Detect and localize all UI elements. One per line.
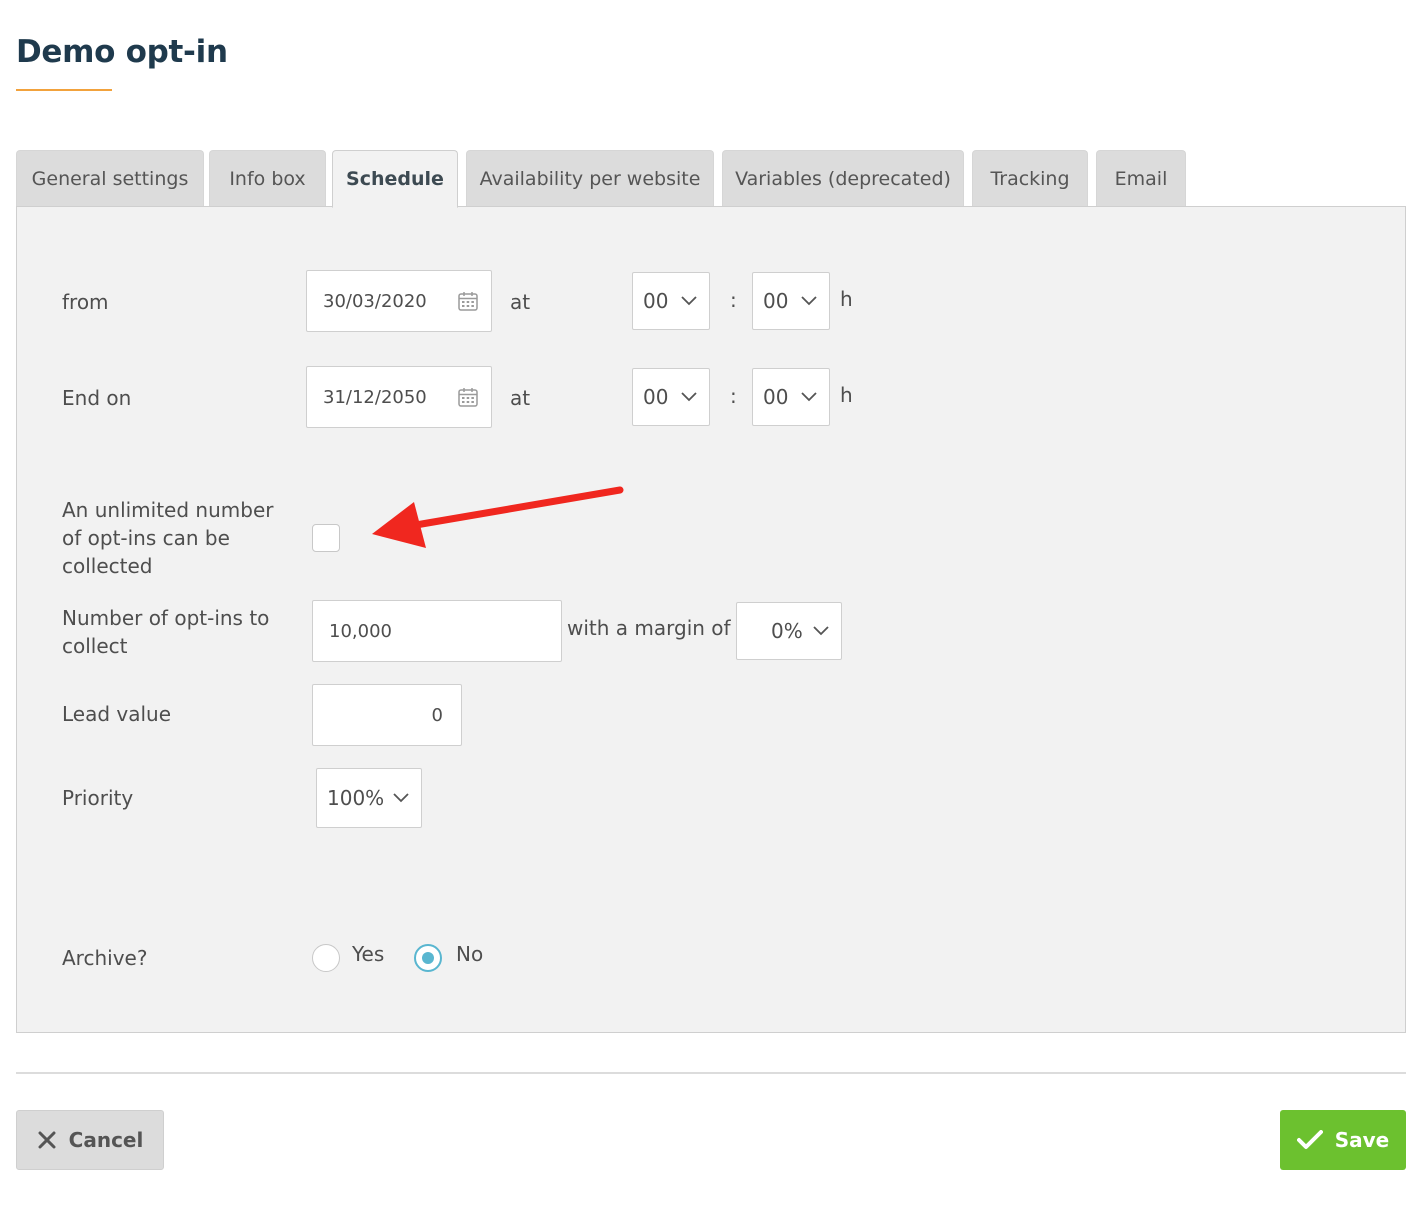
end-time-separator: : xyxy=(730,384,737,408)
from-minute-value: 00 xyxy=(763,289,789,313)
end-at-label: at xyxy=(510,386,531,410)
lead-value-value: 0 xyxy=(431,704,443,726)
title-underline xyxy=(16,89,112,91)
chevron-down-icon xyxy=(681,296,697,306)
archive-yes-label[interactable]: Yes xyxy=(352,942,384,966)
archive-label: Archive? xyxy=(62,946,148,970)
archive-no-radio[interactable] xyxy=(414,944,442,972)
end-on-label: End on xyxy=(62,386,132,410)
close-icon xyxy=(38,1131,56,1149)
from-at-label: at xyxy=(510,290,531,314)
optins-count-value: 10,000 xyxy=(329,620,392,642)
from-hour-unit: h xyxy=(840,287,853,311)
unlimited-label-line-2: of opt-ins can be xyxy=(62,526,230,550)
end-hour-value: 00 xyxy=(643,385,669,409)
lead-value-label: Lead value xyxy=(62,702,172,726)
unlimited-optins-checkbox[interactable] xyxy=(312,524,340,552)
margin-select[interactable]: 0% xyxy=(736,602,842,660)
footer-divider xyxy=(16,1072,1406,1074)
calendar-icon[interactable] xyxy=(457,290,479,312)
archive-yes-radio[interactable] xyxy=(312,944,340,972)
tab-email[interactable]: Email xyxy=(1096,150,1186,207)
tab-availability-per-website[interactable]: Availability per website xyxy=(466,150,714,207)
chevron-down-icon xyxy=(393,793,409,803)
unlimited-label-line-1: An unlimited number xyxy=(62,498,274,522)
tab-general-settings[interactable]: General settings xyxy=(16,150,204,207)
end-minute-value: 00 xyxy=(763,385,789,409)
cancel-button-label: Cancel xyxy=(68,1128,144,1152)
end-hour-select[interactable]: 00 xyxy=(632,368,710,426)
save-button-label: Save xyxy=(1334,1128,1390,1152)
tab-schedule[interactable]: Schedule xyxy=(332,150,458,208)
tab-tracking[interactable]: Tracking xyxy=(972,150,1088,207)
from-label: from xyxy=(62,290,109,314)
chevron-down-icon xyxy=(801,296,817,306)
lead-value-input[interactable]: 0 xyxy=(312,684,462,746)
margin-label: with a margin of xyxy=(567,616,731,640)
save-button[interactable]: Save xyxy=(1280,1110,1406,1170)
from-date-value: 30/03/2020 xyxy=(323,290,427,312)
end-date-input[interactable]: 31/12/2050 xyxy=(306,366,492,428)
from-hour-value: 00 xyxy=(643,289,669,313)
end-date-value: 31/12/2050 xyxy=(323,386,427,408)
chevron-down-icon xyxy=(681,392,697,402)
archive-no-label[interactable]: No xyxy=(456,942,483,966)
chevron-down-icon xyxy=(801,392,817,402)
optins-count-label-line-1: Number of opt-ins to xyxy=(62,606,270,630)
from-hour-select[interactable]: 00 xyxy=(632,272,710,330)
check-icon xyxy=(1296,1130,1323,1149)
optins-count-input[interactable]: 10,000 xyxy=(312,600,562,662)
priority-label: Priority xyxy=(62,786,134,810)
page-title: Demo opt-in xyxy=(16,34,228,70)
optins-count-label-line-2: collect xyxy=(62,634,128,658)
end-minute-select[interactable]: 00 xyxy=(752,368,830,426)
end-hour-unit: h xyxy=(840,383,853,407)
priority-select[interactable]: 100% xyxy=(316,768,422,828)
page: Demo opt-in General settings Info box Sc… xyxy=(0,0,1420,1230)
cancel-button[interactable]: Cancel xyxy=(16,1110,164,1170)
margin-value: 0% xyxy=(771,619,803,643)
priority-value: 100% xyxy=(327,786,385,810)
from-time-separator: : xyxy=(730,288,737,312)
annotation-arrow xyxy=(372,486,624,548)
from-date-input[interactable]: 30/03/2020 xyxy=(306,270,492,332)
unlimited-label-line-3: collected xyxy=(62,554,153,578)
tab-info-box[interactable]: Info box xyxy=(209,150,326,207)
calendar-icon[interactable] xyxy=(457,386,479,408)
tab-variables-deprecated[interactable]: Variables (deprecated) xyxy=(722,150,964,207)
chevron-down-icon xyxy=(813,626,829,636)
from-minute-select[interactable]: 00 xyxy=(752,272,830,330)
